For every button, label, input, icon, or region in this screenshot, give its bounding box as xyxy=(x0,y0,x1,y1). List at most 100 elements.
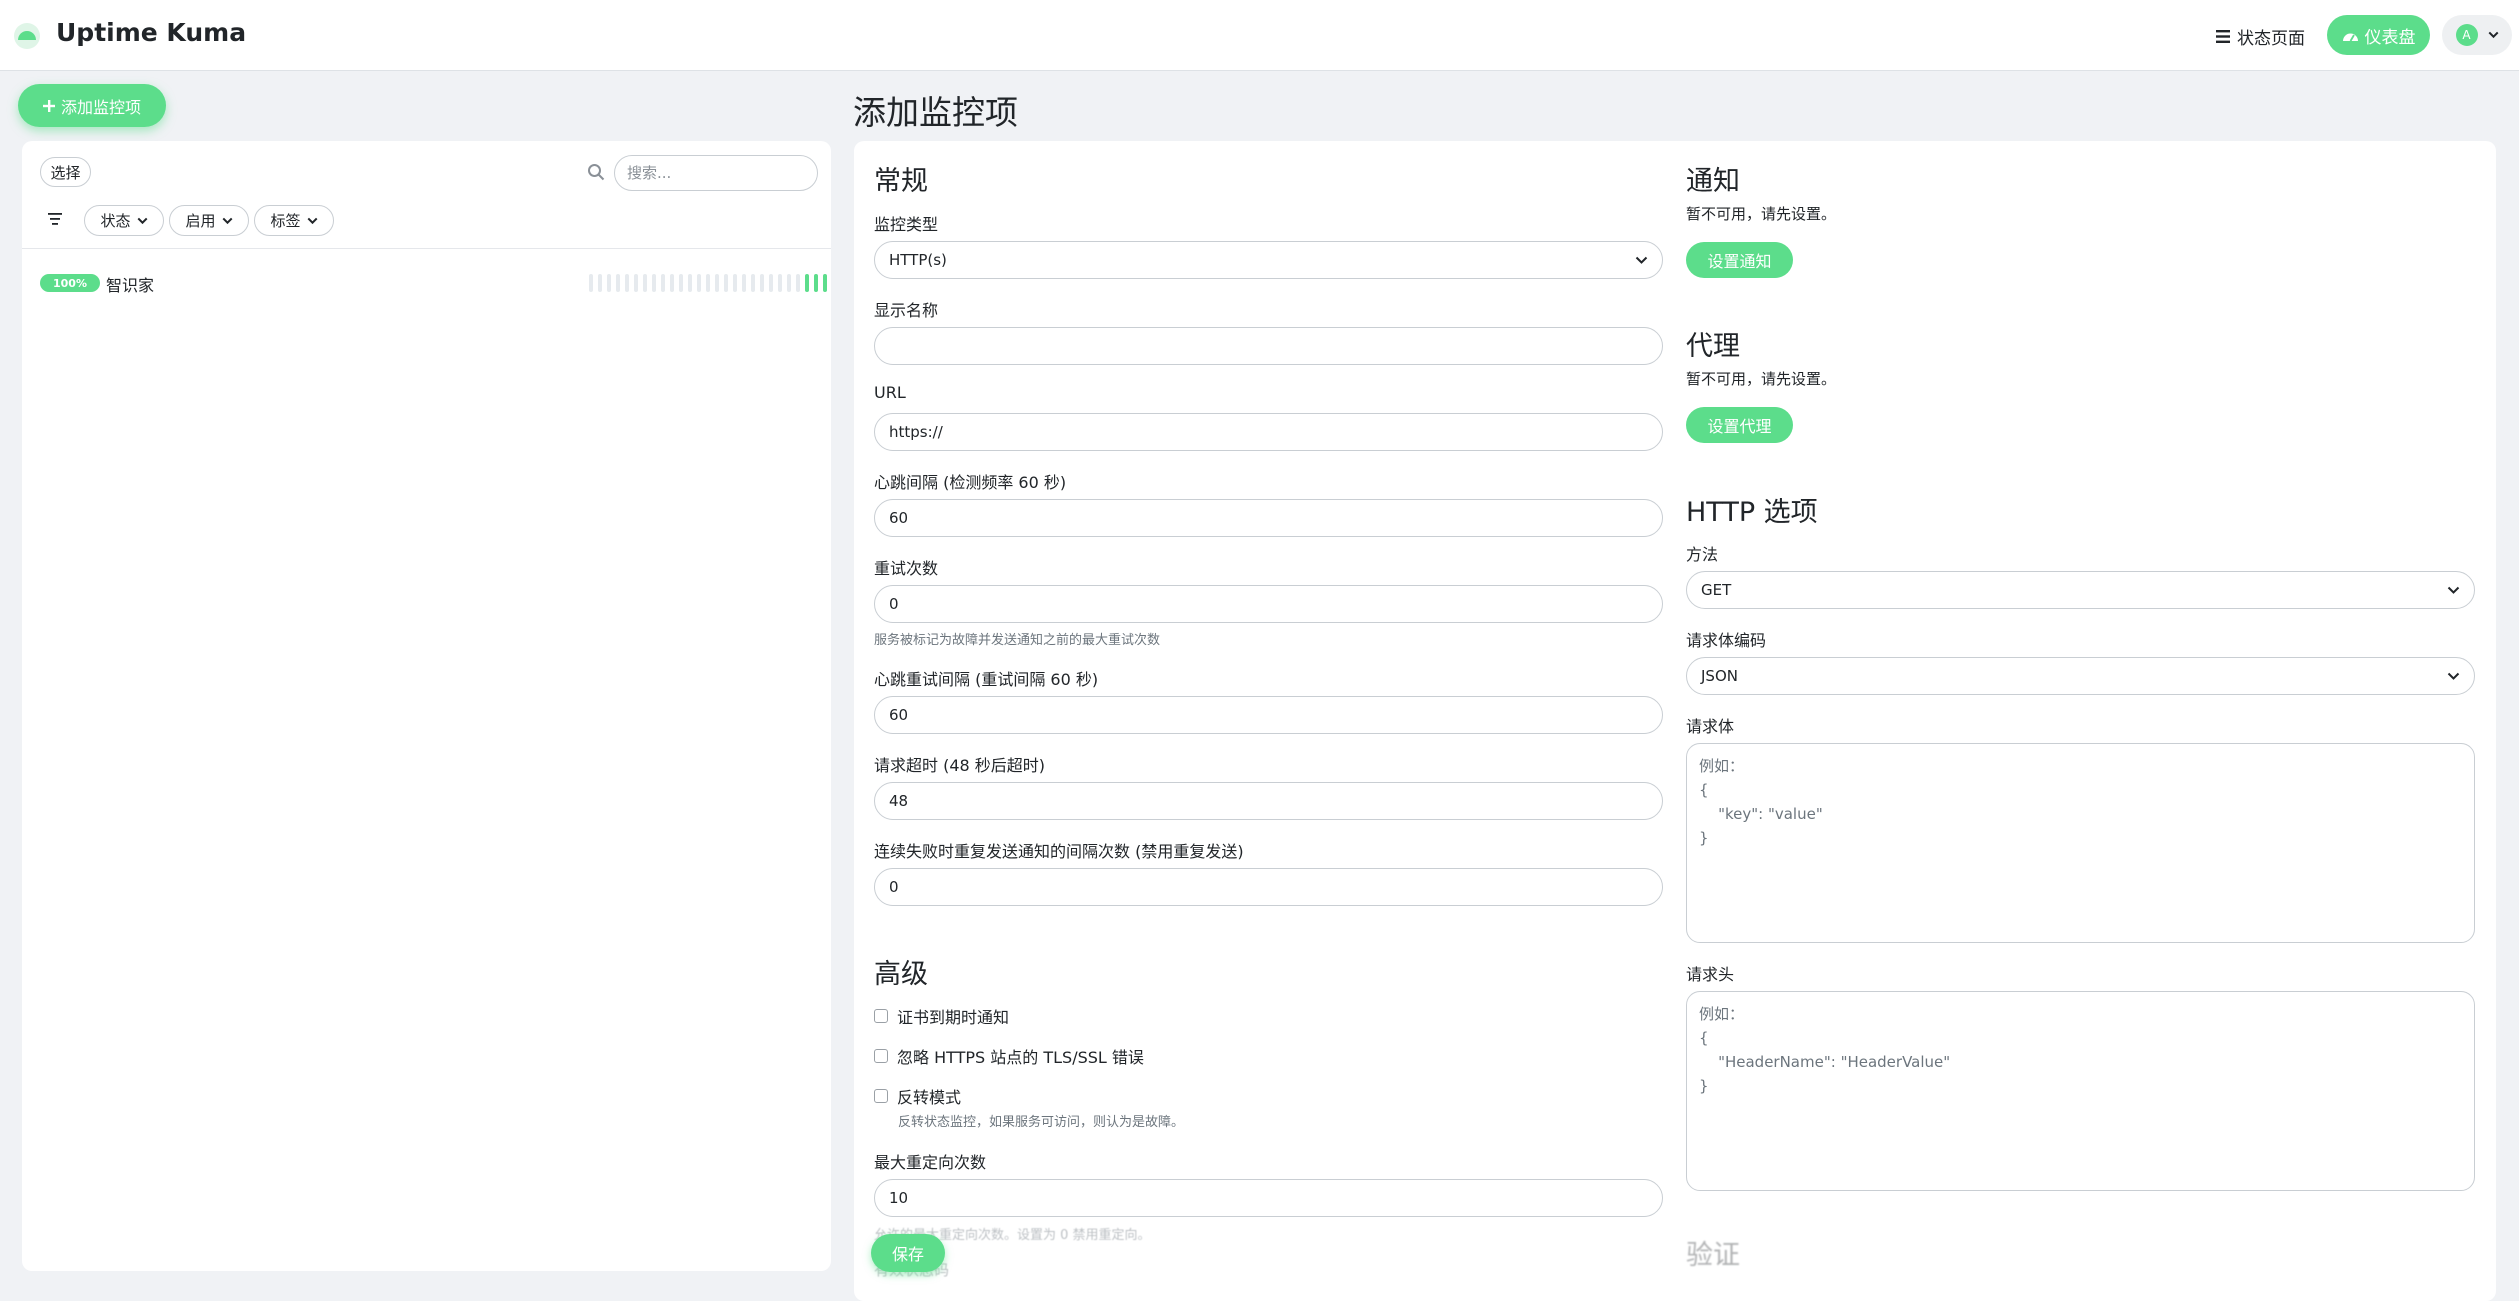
heartbeat-beat xyxy=(787,274,791,292)
heartbeat-beat xyxy=(589,274,593,292)
app-title[interactable]: Uptime Kuma xyxy=(56,18,246,47)
top-navbar: Uptime Kuma 状态页面 仪表盘 A xyxy=(0,0,2519,71)
page-title: 添加监控项 xyxy=(853,93,1018,132)
heartbeat-interval-label: 心跳间隔 (检测频率 60 秒) xyxy=(874,473,1067,492)
dashboard-button[interactable]: 仪表盘 xyxy=(2327,15,2430,55)
retries-label: 重试次数 xyxy=(874,559,939,578)
tags-filter-dropdown[interactable]: 标签 xyxy=(254,205,334,236)
status-filter-label: 状态 xyxy=(100,212,131,230)
setup-proxy-button[interactable]: 设置代理 xyxy=(1686,407,1793,443)
status-filter-dropdown[interactable]: 状态 xyxy=(84,205,164,236)
active-filter-dropdown[interactable]: 启用 xyxy=(169,205,249,236)
plus-icon xyxy=(42,99,55,112)
add-monitor-button[interactable]: 添加监控项 xyxy=(18,84,166,127)
heartbeat-beat xyxy=(796,274,800,292)
retry-interval-input[interactable]: 60 xyxy=(874,696,1663,734)
dashboard-label: 仪表盘 xyxy=(2364,27,2416,48)
upside-down-option[interactable]: 反转模式 xyxy=(874,1084,961,1108)
body-encoding-select[interactable]: JSON xyxy=(1686,657,2475,695)
chevron-down-icon xyxy=(307,217,317,224)
retry-interval-label: 心跳重试间隔 (重试间隔 60 秒) xyxy=(874,670,1099,689)
url-label: URL xyxy=(874,383,906,402)
save-button[interactable]: 保存 xyxy=(871,1234,945,1272)
chevron-down-icon xyxy=(2447,586,2460,594)
filter-menu-icon[interactable] xyxy=(48,213,62,225)
advanced-section-title: 高级 xyxy=(874,959,928,990)
heartbeat-beat xyxy=(607,274,611,292)
ignore-tls-checkbox[interactable] xyxy=(874,1049,888,1063)
display-name-label: 显示名称 xyxy=(874,301,939,320)
divider xyxy=(22,248,831,249)
search-icon xyxy=(588,164,605,181)
method-value: GET xyxy=(1701,581,1732,599)
heartbeat-beat xyxy=(769,274,773,292)
ignore-tls-label: 忽略 HTTPS 站点的 TLS/SSL 错误 xyxy=(897,1048,1144,1067)
heartbeat-beat xyxy=(697,274,701,292)
max-redirects-label: 最大重定向次数 xyxy=(874,1153,987,1172)
request-body-textarea[interactable]: 例如： { "key": "value" } xyxy=(1686,743,2475,943)
max-redirects-input[interactable]: 10 xyxy=(874,1179,1663,1217)
monitor-type-label: 监控类型 xyxy=(874,215,939,234)
method-label: 方法 xyxy=(1686,545,1719,564)
url-input[interactable]: https:// xyxy=(874,413,1663,451)
retries-input[interactable]: 0 xyxy=(874,585,1663,623)
heartbeat-beat xyxy=(814,274,818,292)
body-encoding-label: 请求体编码 xyxy=(1686,631,1767,650)
timeout-label: 请求超时 (48 秒后超时) xyxy=(874,756,1046,775)
heartbeat-beat xyxy=(670,274,674,292)
heartbeat-beat xyxy=(742,274,746,292)
heartbeat-beat xyxy=(598,274,602,292)
proxy-section-title: 代理 xyxy=(1686,331,1740,362)
upside-down-checkbox[interactable] xyxy=(874,1089,888,1103)
method-select[interactable]: GET xyxy=(1686,571,2475,609)
avatar: A xyxy=(2455,24,2478,46)
monitor-name: 智识家 xyxy=(106,276,155,295)
search-input[interactable] xyxy=(614,155,818,191)
body-encoding-value: JSON xyxy=(1701,667,1738,685)
uptime-kuma-logo-icon[interactable] xyxy=(12,22,42,50)
list-icon xyxy=(2216,29,2230,43)
status-page-link[interactable]: 状态页面 xyxy=(2216,22,2305,50)
add-monitor-label: 添加监控项 xyxy=(60,97,141,117)
monitor-list-panel: 选择 状态 启用 标签 100% 智识家 xyxy=(22,141,831,1271)
setup-notification-button[interactable]: 设置通知 xyxy=(1686,242,1793,278)
chevron-down-icon xyxy=(2488,31,2498,39)
chevron-down-icon xyxy=(137,217,147,224)
heartbeat-beat xyxy=(778,274,782,292)
heartbeat-beat xyxy=(715,274,719,292)
upside-down-label: 反转模式 xyxy=(897,1088,962,1107)
heartbeat-beat xyxy=(706,274,710,292)
user-menu-dropdown[interactable]: A xyxy=(2442,15,2512,55)
heartbeat-beat xyxy=(625,274,629,292)
notifications-section-title: 通知 xyxy=(1686,166,1740,197)
monitor-list-item[interactable]: 100% 智识家 xyxy=(40,271,827,295)
heartbeat-interval-input[interactable]: 60 xyxy=(874,499,1663,537)
gauge-icon xyxy=(2342,33,2358,41)
chevron-down-icon xyxy=(1635,256,1648,264)
retries-hint: 服务被标记为故障并发送通知之前的最大重试次数 xyxy=(874,633,1161,648)
active-filter-label: 启用 xyxy=(185,212,216,230)
display-name-input[interactable] xyxy=(874,327,1663,365)
chevron-down-icon xyxy=(222,217,232,224)
heartbeat-beat xyxy=(724,274,728,292)
tags-filter-label: 标签 xyxy=(270,212,301,230)
timeout-input[interactable]: 48 xyxy=(874,782,1663,820)
status-page-label: 状态页面 xyxy=(2237,28,2305,49)
monitor-type-select[interactable]: HTTP(s) xyxy=(874,241,1663,279)
heartbeat-beat xyxy=(643,274,647,292)
monitor-type-value: HTTP(s) xyxy=(889,251,947,269)
heartbeat-beat xyxy=(823,274,827,292)
heartbeat-beat xyxy=(805,274,809,292)
heartbeat-beat xyxy=(679,274,683,292)
cert-expiry-checkbox[interactable] xyxy=(874,1009,888,1023)
uptime-badge: 100% xyxy=(40,274,100,292)
resend-interval-label: 连续失败时重复发送通知的间隔次数 (禁用重复发送) xyxy=(874,842,1244,861)
select-button[interactable]: 选择 xyxy=(40,157,91,187)
heartbeat-beat xyxy=(661,274,665,292)
cert-expiry-option[interactable]: 证书到期时通知 xyxy=(874,1004,1009,1028)
ignore-tls-option[interactable]: 忽略 HTTPS 站点的 TLS/SSL 错误 xyxy=(874,1044,1144,1068)
heartbeat-beat xyxy=(616,274,620,292)
cert-expiry-label: 证书到期时通知 xyxy=(897,1008,1010,1027)
request-headers-textarea[interactable]: 例如： { "HeaderName": "HeaderValue" } xyxy=(1686,991,2475,1191)
resend-interval-input[interactable]: 0 xyxy=(874,868,1663,906)
